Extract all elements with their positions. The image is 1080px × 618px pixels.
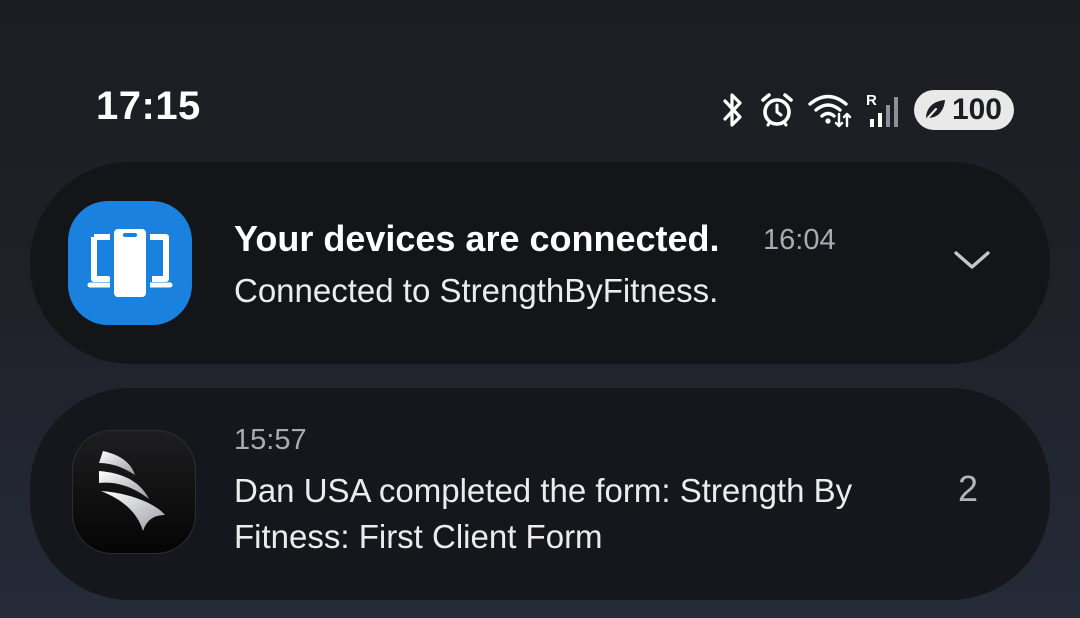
notification-time: 16:04: [763, 224, 836, 256]
chevron-down-icon: [952, 248, 992, 277]
status-time: 17:15: [96, 84, 201, 128]
notification-title: Your devices are connected.: [234, 218, 720, 259]
alarm-icon: [760, 92, 794, 128]
notification-devices-connected[interactable]: Your devices are connected. 16:04 Connec…: [30, 162, 1050, 364]
notification-form-completed[interactable]: 15:57 Dan USA completed the form: Streng…: [30, 388, 1050, 600]
notification-time: 15:57: [234, 424, 307, 456]
notification-text: Connected to StrengthByFitness.: [234, 272, 719, 309]
svg-text:R: R: [866, 92, 877, 109]
bluetooth-icon: [720, 92, 746, 128]
status-bar: 17:15 R 100: [0, 0, 1080, 140]
device-link-icon: [68, 201, 192, 325]
battery-indicator: 100: [913, 90, 1014, 130]
notification-text: Dan USA completed the form: Strength By …: [234, 472, 853, 555]
notification-count: 2: [958, 468, 979, 509]
strength-by-fitness-logo-icon: [72, 430, 196, 554]
wifi-icon: [808, 92, 852, 128]
expand-button[interactable]: [948, 242, 996, 282]
status-icons: R 100: [720, 88, 1014, 132]
signal-icon: R: [866, 91, 900, 129]
battery-level: 100: [951, 93, 1002, 126]
leaf-icon: [922, 97, 948, 123]
